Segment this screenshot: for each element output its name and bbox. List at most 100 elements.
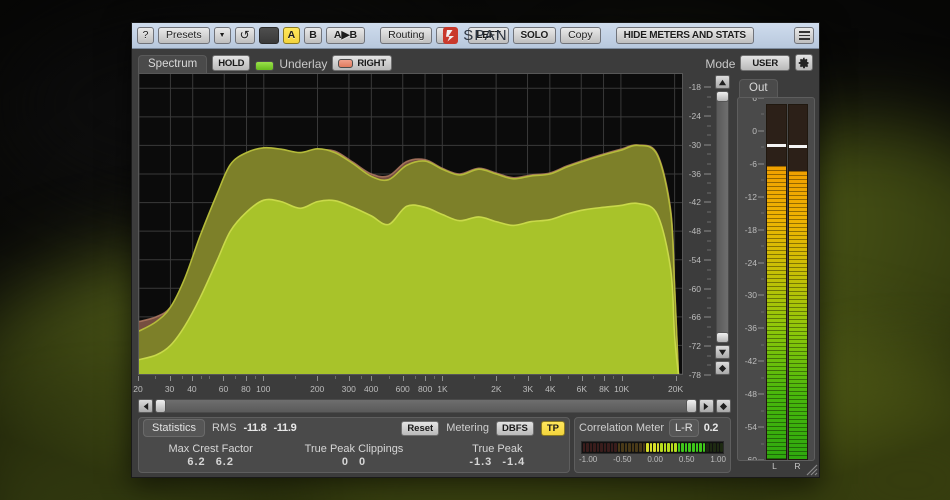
mode-value-button[interactable]: USER xyxy=(740,55,790,71)
vertical-scroll-thumb-top[interactable] xyxy=(715,91,729,102)
x-tick-label: 40 xyxy=(187,384,197,394)
gear-icon[interactable] xyxy=(795,54,813,71)
y-tick-dash-minor xyxy=(707,326,711,328)
correlation-segment xyxy=(603,443,607,452)
reset-zoom-button[interactable] xyxy=(714,361,730,375)
x-tick-label: 30 xyxy=(164,384,175,394)
underlay-right-button[interactable]: RIGHT xyxy=(332,55,392,71)
correlation-segment xyxy=(709,443,713,452)
help-button[interactable]: ? xyxy=(137,27,154,44)
reset-stats-button[interactable]: Reset xyxy=(401,420,440,436)
routing-dropdown-arrow[interactable]: ▼ xyxy=(436,27,454,44)
undo-button[interactable]: ↺ xyxy=(234,27,255,44)
meter-tick-label: -12 xyxy=(744,191,757,202)
vertical-scroll-track[interactable] xyxy=(715,91,729,343)
horizontal-scrollbar[interactable] xyxy=(132,397,735,415)
horizontal-scroll-thumb-right[interactable] xyxy=(686,399,697,413)
y-tick-dash-minor xyxy=(707,106,711,108)
correlation-meter-panel: Correlation Meter L-R 0.2 -1.00 -0.50 0.… xyxy=(574,417,731,473)
hide-meters-and-stats-button[interactable]: HIDE METERS AND STATS xyxy=(615,27,754,44)
correlation-segment xyxy=(600,443,603,452)
correlation-segment xyxy=(621,443,624,452)
correlation-segment xyxy=(670,443,674,452)
meter-peak-hold xyxy=(788,144,807,148)
scroll-right-button[interactable] xyxy=(699,399,714,413)
horizontal-scroll-thumb-left[interactable] xyxy=(155,399,166,413)
correlation-segment xyxy=(649,443,653,452)
x-tick-dash xyxy=(550,376,552,381)
x-tick-label: 3K xyxy=(522,384,534,394)
presets-dropdown-arrow[interactable]: ▼ xyxy=(213,27,231,44)
vertical-scrollbar[interactable] xyxy=(713,73,731,375)
correlation-segment xyxy=(720,443,723,452)
color-swatch-button[interactable] xyxy=(258,27,279,44)
stat-value-right: 6.2 xyxy=(215,455,234,468)
x-tick-dash-minor xyxy=(434,376,436,379)
solo-button[interactable]: SOLO xyxy=(512,27,557,44)
meter-tick-dash xyxy=(758,360,764,362)
y-tick-dash xyxy=(704,201,711,203)
x-tick-label: 800 xyxy=(417,384,433,394)
correlation-segment xyxy=(596,443,600,452)
meter-tick-dash-minor xyxy=(761,344,764,346)
meter-tick-dash-minor xyxy=(761,245,764,247)
correlation-segment xyxy=(589,443,593,452)
y-tick-label: -48 xyxy=(688,226,701,237)
y-tick-dash xyxy=(704,374,711,376)
tab-out[interactable]: Out xyxy=(739,79,778,97)
scroll-up-button[interactable] xyxy=(714,75,730,89)
meter-tick-label: 0 xyxy=(752,125,757,136)
preset-b-button[interactable]: B xyxy=(304,27,322,44)
correlation-segment xyxy=(663,443,667,452)
y-tick-dash-minor xyxy=(707,153,711,155)
meter-tick-label: -30 xyxy=(744,290,757,301)
stat-value-right: -1.4 xyxy=(502,455,526,468)
y-tick-dash xyxy=(704,115,711,117)
meter-peak-hold xyxy=(767,144,786,148)
presets-button[interactable]: Presets xyxy=(158,27,210,44)
correlation-segment xyxy=(674,443,677,452)
corr-tick: -1.00 xyxy=(579,455,598,464)
meter-tick-label: -42 xyxy=(744,356,757,367)
plot-column xyxy=(138,73,683,375)
true-peak-button[interactable]: TP xyxy=(540,420,565,436)
copy-a-to-b-button[interactable]: A▶B xyxy=(325,27,366,44)
x-tick-dash-minor xyxy=(255,376,257,379)
correlation-mode-button[interactable]: L-R xyxy=(668,419,699,437)
tab-spectrum[interactable]: Spectrum xyxy=(138,55,208,73)
graph-area: -18 -24 -30 -36 -42 -48 -54 -60 -66 -72 -78 xyxy=(132,73,735,380)
dbfs-button[interactable]: DBFS xyxy=(495,420,534,436)
x-tick-dash-minor xyxy=(209,376,211,379)
y-tick-dash xyxy=(704,345,711,347)
x-tick-label: 4K xyxy=(545,384,556,394)
reset-pan-button[interactable] xyxy=(716,399,731,413)
mode-label: Mode xyxy=(705,57,736,71)
scroll-left-button[interactable] xyxy=(138,399,153,413)
statistics-values: Max Crest Factor 6.2 6.2 True Peak Clipp… xyxy=(139,438,569,472)
meter-tick-label: -6 xyxy=(749,158,757,169)
x-tick-dash xyxy=(169,376,171,381)
scroll-down-button[interactable] xyxy=(714,345,730,359)
resize-grip-icon[interactable] xyxy=(806,464,818,476)
hamburger-icon[interactable] xyxy=(794,27,814,44)
vertical-scroll-thumb-bottom[interactable] xyxy=(715,332,729,343)
y-tick-dash-minor xyxy=(707,278,711,280)
hold-button[interactable]: HOLD xyxy=(212,55,251,71)
stat-value-right: 0 xyxy=(359,455,367,468)
left-channel-button[interactable]: LEFT xyxy=(468,27,509,44)
meter-tick-dash xyxy=(758,163,764,165)
spectrum-plot[interactable] xyxy=(138,73,683,375)
horizontal-scroll-track[interactable] xyxy=(155,399,697,413)
y-tick-dash-minor xyxy=(707,307,711,309)
correlation-segment xyxy=(695,443,699,452)
hold-led-indicator[interactable] xyxy=(255,61,275,71)
x-tick-label: 20 xyxy=(133,384,143,394)
x-tick-dash xyxy=(191,376,193,381)
output-meter[interactable]: 6 0 -6 -12 -18 -24 -30 -36 -42 -48 -54 -60 xyxy=(737,97,815,461)
copy-button[interactable]: Copy xyxy=(560,27,601,44)
routing-button[interactable]: Routing xyxy=(380,27,433,44)
correlation-value: 0.2 xyxy=(703,422,719,434)
tab-statistics[interactable]: Statistics xyxy=(143,419,206,437)
meter-channel-right xyxy=(787,104,808,460)
preset-a-button[interactable]: A xyxy=(282,27,301,44)
